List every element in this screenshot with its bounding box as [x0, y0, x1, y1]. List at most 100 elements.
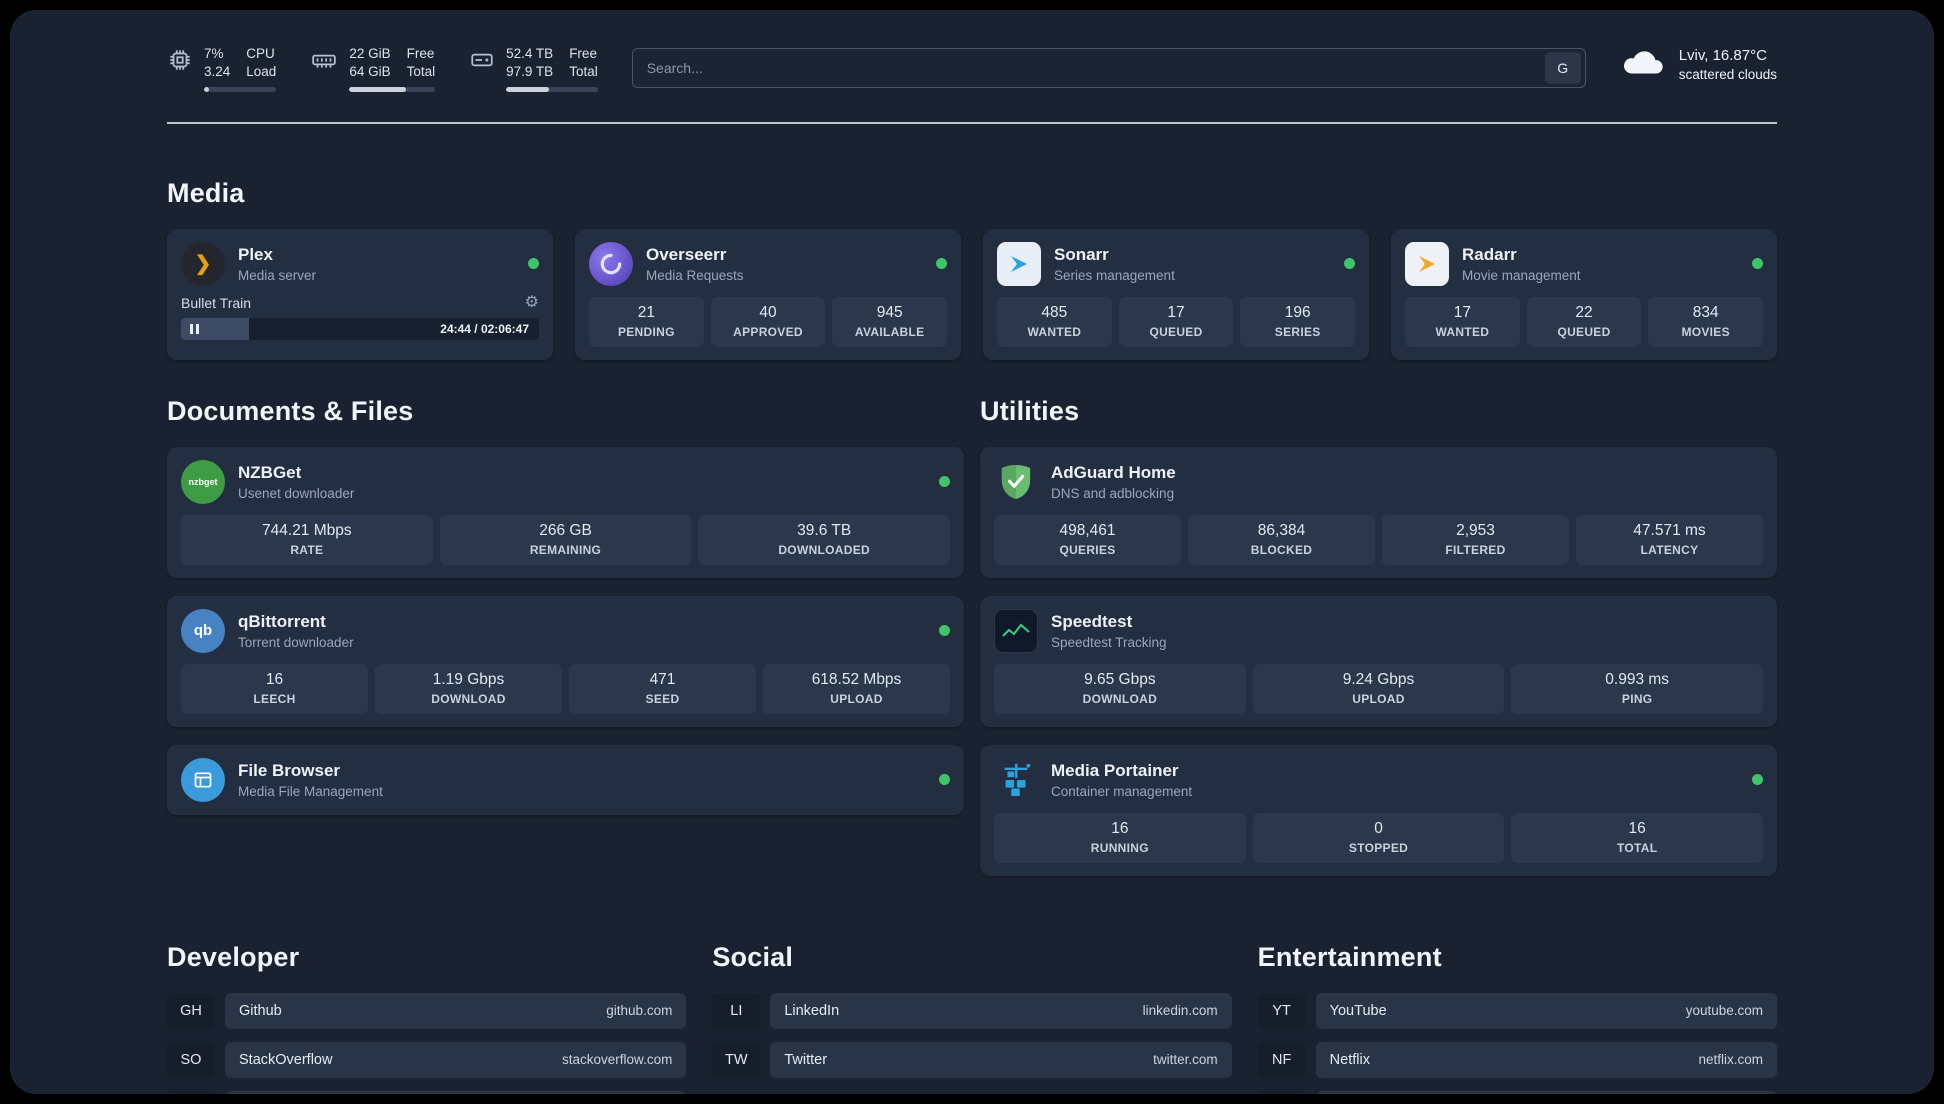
app-card-filebrowser[interactable]: File Browser Media File Management: [167, 744, 964, 815]
weather-condition: scattered clouds: [1678, 67, 1777, 82]
bookmark-abbr: NF: [1257, 1041, 1306, 1078]
stat-approved: 40 APPROVED: [710, 296, 826, 347]
app-name: qBittorrent: [238, 611, 326, 631]
media-grid: ❯ Plex Media server Bullet Train ⚙ 24:44…: [167, 228, 1777, 360]
bookmark-url: twitter.com: [1153, 1052, 1218, 1068]
stat-wanted: 485 WANTED: [997, 296, 1112, 347]
bookmark-reddit[interactable]: RE Redditreddit.com: [1257, 1090, 1777, 1094]
stat-value: 945: [876, 304, 903, 322]
bookmark-github[interactable]: GH Github github.com: [167, 992, 687, 1029]
stat-value: 618.52 Mbps: [811, 671, 902, 689]
bookmark-linkedin[interactable]: LI LinkedIn linkedin.com: [712, 992, 1232, 1029]
bookmark-name: StackOverflow: [239, 1051, 333, 1068]
stat-value: 1.19 Gbps: [432, 671, 505, 689]
plex-icon: ❯: [181, 241, 225, 286]
app-card-qbittorrent[interactable]: qb qBittorrent Torrent downloader 16 LEEC…: [167, 595, 964, 727]
gear-icon[interactable]: ⚙: [525, 294, 539, 311]
app-name: Radarr: [1462, 244, 1517, 264]
ram-bottom-label: Total: [406, 63, 436, 79]
stat-value: 39.6 TB: [797, 522, 852, 540]
nzbget-icon: nzbget: [181, 459, 225, 504]
stat-value: 266 GB: [539, 522, 592, 540]
cloud-icon: [1620, 46, 1666, 83]
bookmark-stackoverflow[interactable]: SO StackOverflow stackoverflow.com: [167, 1041, 687, 1078]
app-subtitle: Media server: [238, 267, 317, 283]
pause-icon[interactable]: [190, 323, 199, 334]
stat-label: FILTERED: [1445, 543, 1506, 558]
bookmark-abbr: YT: [1257, 992, 1306, 1029]
overseerr-icon: [589, 241, 633, 286]
stat-label: SERIES: [1274, 325, 1321, 340]
bookmark-dev[interactable]: DT DEVdev.to: [167, 1090, 687, 1094]
stat-downloaded: 39.6 TB DOWNLOADED: [698, 514, 951, 565]
stat-seed: 471 SEED: [569, 663, 756, 714]
playback-progress-bar[interactable]: 24:44 / 02:06:47: [181, 317, 539, 340]
stat-value: 22: [1575, 304, 1593, 322]
stat-value: 16: [1628, 820, 1646, 838]
bookmarks-developer: Developer GH Github github.com SO StackOv…: [167, 942, 687, 1094]
app-subtitle: Usenet downloader: [238, 485, 355, 501]
stat-label: DOWNLOAD: [431, 692, 506, 707]
app-card-sonarr[interactable]: Sonarr Series management 485 WANTED 17 QUE…: [983, 228, 1369, 360]
bookmark-name: Twitter: [784, 1051, 828, 1068]
ram-total: 64 GiB: [349, 63, 391, 79]
cpu-bottom-label: Load: [246, 63, 277, 79]
stat-remaining: 266 GB REMAINING: [439, 514, 692, 565]
stat-label: QUEUED: [1557, 325, 1611, 340]
weather-location: Lviv, 16.87°C: [1678, 47, 1767, 64]
cpu-bar-fill: [204, 86, 210, 92]
search-input[interactable]: [646, 60, 1545, 76]
app-card-adguard[interactable]: AdGuard Home DNS and adblocking 498,461 Q…: [980, 446, 1777, 578]
app-name: Media Portainer: [1051, 760, 1179, 780]
status-dot: [528, 258, 539, 270]
app-card-radarr[interactable]: Radarr Movie management 17 WANTED 22 QUEUE…: [1391, 228, 1777, 360]
stat-label: QUEUED: [1149, 325, 1203, 340]
status-dot: [1752, 774, 1763, 786]
bookmark-youtube[interactable]: YT YouTube youtube.com: [1257, 992, 1777, 1029]
search-bar: G: [631, 48, 1586, 88]
section-title-entertainment: Entertainment: [1257, 941, 1442, 972]
cpu-icon: [167, 47, 193, 78]
sonarr-icon: [997, 241, 1041, 286]
app-card-portainer[interactable]: Media Portainer Container management 16 R…: [980, 744, 1777, 876]
stat-download: 9.65 Gbps DOWNLOAD: [994, 663, 1246, 714]
stat-value: 16: [1111, 820, 1129, 838]
stat-blocked: 86,384 BLOCKED: [1188, 514, 1375, 565]
bookmark-url: youtube.com: [1685, 1003, 1763, 1019]
stat-total: 16 TOTAL: [1511, 812, 1764, 863]
disk-bar-fill: [506, 86, 550, 92]
stat-label: DOWNLOAD: [1082, 692, 1158, 707]
utilities-column: Utilities AdGuard Home DNS and adblockin…: [980, 396, 1777, 876]
bookmark-url: netflix.com: [1698, 1052, 1763, 1068]
stat-label: AVAILABLE: [854, 325, 925, 340]
bookmark-twitter[interactable]: TW Twitter twitter.com: [712, 1041, 1232, 1078]
stat-latency: 47.571 ms LATENCY: [1576, 514, 1763, 565]
bookmark-abbr: DT: [167, 1090, 215, 1094]
stat-value: 17: [1167, 304, 1185, 322]
bookmark-url: linkedin.com: [1142, 1003, 1218, 1019]
bookmark-netflix[interactable]: NF Netflix netflix.com: [1257, 1041, 1777, 1078]
stat-value: 17: [1453, 304, 1471, 322]
disk-icon: [469, 47, 495, 78]
bookmarks-entertainment: Entertainment YT YouTube youtube.com NF N…: [1257, 941, 1777, 1094]
stat-value: 471: [649, 671, 676, 689]
search-engine-button[interactable]: G: [1544, 52, 1581, 84]
app-card-plex[interactable]: ❯ Plex Media server Bullet Train ⚙ 24:44…: [167, 228, 553, 360]
app-card-speedtest[interactable]: Speedtest Speedtest Tracking 9.65 Gbps DO…: [980, 595, 1777, 727]
stat-series: 196 SERIES: [1240, 296, 1356, 347]
stat-value: 0.993 ms: [1605, 671, 1670, 689]
qbittorrent-icon: qb: [181, 608, 225, 653]
app-card-overseerr[interactable]: Overseerr Media Requests 21 PENDING 40 APP…: [575, 228, 961, 360]
status-dot: [939, 476, 950, 488]
status-dot: [939, 774, 950, 786]
disk-bar: [506, 86, 598, 92]
app-subtitle: Media Requests: [646, 267, 744, 283]
stat-label: LEECH: [253, 692, 296, 707]
status-dot: [936, 258, 947, 270]
stat-filtered: 2,953 FILTERED: [1382, 514, 1569, 565]
stat-value: 86,384: [1257, 522, 1306, 540]
stat-movies: 834 MOVIES: [1648, 296, 1764, 347]
adguard-icon: [994, 460, 1038, 504]
app-card-nzbget[interactable]: nzbget NZBGet Usenet downloader 744.21 M…: [167, 446, 964, 578]
ram-widget: 22 GiB Free 64 GiB Total: [310, 46, 436, 92]
